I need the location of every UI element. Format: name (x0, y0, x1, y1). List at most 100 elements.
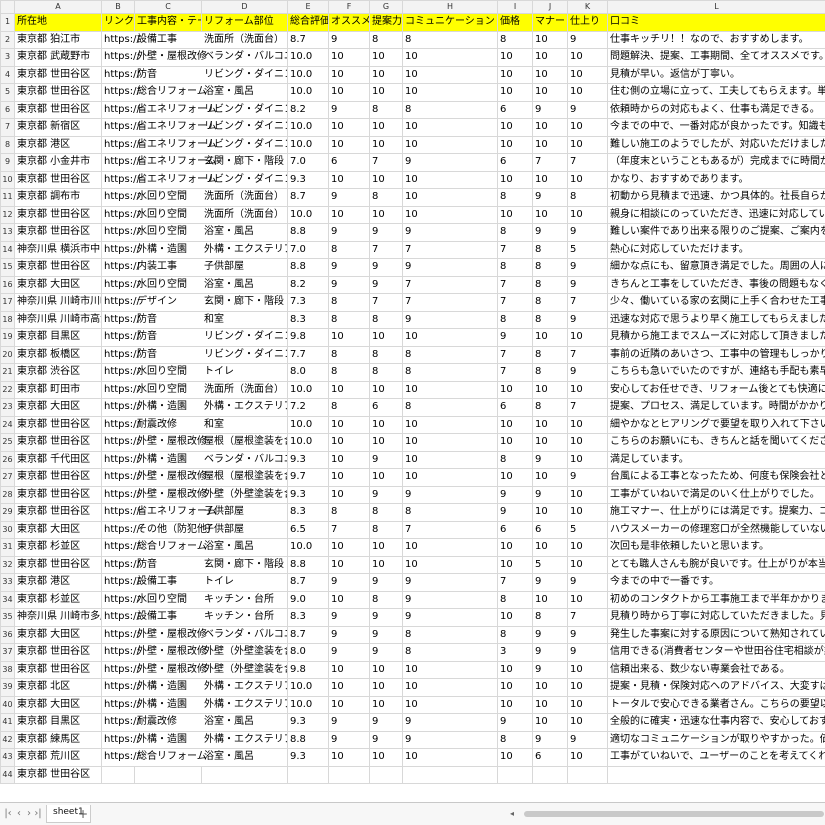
data-cell[interactable]: 8 (328, 363, 370, 382)
data-cell[interactable]: 10 (567, 135, 608, 154)
data-cell[interactable]: 9 (328, 730, 370, 749)
data-cell[interactable]: 防音 (134, 328, 202, 347)
row-number[interactable]: 37 (0, 643, 15, 662)
data-cell[interactable]: https:// (101, 275, 140, 294)
data-cell[interactable]: 8.3 (287, 503, 329, 522)
data-cell[interactable]: 東京都 世田谷区 (14, 485, 102, 504)
row-number[interactable]: 30 (0, 520, 15, 539)
data-cell[interactable]: 9 (497, 328, 533, 347)
data-cell[interactable]: 7 (567, 153, 608, 172)
data-cell[interactable]: 浴室・風呂 (201, 275, 288, 294)
data-cell[interactable]: 9 (328, 713, 370, 732)
data-cell[interactable]: 9 (402, 730, 498, 749)
data-cell[interactable]: 9 (328, 275, 370, 294)
data-cell[interactable]: 10 (369, 48, 403, 67)
data-cell[interactable]: 10 (532, 65, 568, 84)
data-cell[interactable]: 7 (567, 398, 608, 417)
data-cell[interactable]: 10 (497, 83, 533, 102)
data-cell[interactable]: 東京都 世田谷区 (14, 258, 102, 277)
data-cell[interactable]: 総合リフォーム (134, 83, 207, 102)
data-cell[interactable]: 10 (402, 118, 498, 137)
data-cell[interactable]: 8 (532, 275, 568, 294)
column-header-I[interactable]: I (497, 0, 533, 14)
data-cell[interactable]: 次回も是非依頼したいと思います。 (607, 538, 825, 557)
row-number[interactable]: 24 (0, 415, 15, 434)
data-cell[interactable]: 10 (567, 450, 608, 469)
data-cell[interactable]: 10 (328, 83, 370, 102)
data-cell[interactable]: 10.0 (287, 415, 329, 434)
data-cell[interactable]: 信頼出来る、数少ない専業会社である。 (607, 660, 825, 679)
data-cell[interactable]: 8 (402, 643, 498, 662)
row-number[interactable]: 15 (0, 258, 15, 277)
data-cell[interactable]: 9 (328, 258, 370, 277)
data-cell[interactable]: 玄関・廊下・階段 (201, 555, 288, 574)
data-cell[interactable]: 8 (402, 30, 498, 49)
last-sheet-icon[interactable]: ›| (32, 808, 44, 819)
data-cell[interactable]: 9 (369, 713, 403, 732)
data-cell[interactable]: 満足しています。 (607, 450, 825, 469)
data-cell[interactable]: 玄関・廊下・階段 (201, 153, 288, 172)
data-cell[interactable]: 外壁・屋根改修 (134, 660, 207, 679)
data-cell[interactable]: 8 (532, 293, 568, 312)
data-cell[interactable]: 10 (532, 415, 568, 434)
data-cell[interactable]: 6 (497, 100, 533, 119)
data-cell[interactable]: 外構・エクステリア (201, 678, 288, 697)
data-cell[interactable]: 7 (402, 520, 498, 539)
header-cell[interactable]: 提案力 (369, 13, 403, 32)
data-cell[interactable] (101, 765, 135, 784)
data-cell[interactable]: 7 (402, 293, 498, 312)
data-cell[interactable]: 7 (328, 520, 370, 539)
data-cell[interactable]: 外構・造園 (134, 678, 202, 697)
column-header-F[interactable]: F (328, 0, 370, 14)
data-cell[interactable]: 防音 (134, 555, 202, 574)
data-cell[interactable]: 10.0 (287, 135, 329, 154)
data-cell[interactable]: 7.7 (287, 345, 329, 364)
data-cell[interactable]: https:// (101, 608, 140, 627)
data-cell[interactable]: 10 (328, 205, 370, 224)
data-cell[interactable]: 7 (532, 153, 568, 172)
data-cell[interactable]: 依頼時からの対応もよく、仕事も満足できる。 (607, 100, 825, 119)
data-cell[interactable]: 東京都 練馬区 (14, 730, 102, 749)
row-number[interactable]: 11 (0, 188, 15, 207)
data-cell[interactable]: 9 (567, 625, 608, 644)
data-cell[interactable]: 7 (567, 293, 608, 312)
data-cell[interactable]: 省エネリフォーム (134, 153, 217, 172)
data-cell[interactable] (497, 765, 533, 784)
data-cell[interactable]: 10 (497, 415, 533, 434)
data-cell[interactable]: 9 (497, 485, 533, 504)
data-cell[interactable]: 東京都 世田谷区 (14, 83, 102, 102)
data-cell[interactable] (287, 765, 329, 784)
data-cell[interactable]: 10 (532, 83, 568, 102)
data-cell[interactable]: 8 (369, 345, 403, 364)
data-cell[interactable]: 内装工事 (134, 258, 202, 277)
data-cell[interactable]: 9 (402, 590, 498, 609)
data-cell[interactable]: 9 (567, 275, 608, 294)
data-cell[interactable]: https:// (101, 240, 140, 259)
data-cell[interactable]: 9 (328, 625, 370, 644)
data-cell[interactable]: 10 (369, 135, 403, 154)
row-number[interactable]: 44 (0, 765, 15, 784)
data-cell[interactable]: https:// (101, 433, 140, 452)
row-number[interactable]: 36 (0, 625, 15, 644)
data-cell[interactable]: 神奈川県 横浜市中区 (14, 240, 102, 259)
row-number[interactable]: 1 (0, 13, 15, 32)
data-cell[interactable]: 10 (532, 328, 568, 347)
data-cell[interactable]: 東京都 港区 (14, 135, 102, 154)
data-cell[interactable]: 10 (328, 118, 370, 137)
data-cell[interactable]: https:// (101, 170, 140, 189)
row-number[interactable]: 2 (0, 30, 15, 49)
data-cell[interactable]: 5 (567, 240, 608, 259)
data-cell[interactable]: 外構・エクステリア (201, 398, 288, 417)
data-cell[interactable]: 8 (532, 608, 568, 627)
data-cell[interactable]: 10.0 (287, 695, 329, 714)
data-cell[interactable]: 9 (369, 485, 403, 504)
data-cell[interactable]: 10 (567, 380, 608, 399)
data-cell[interactable]: https:// (101, 188, 140, 207)
data-cell[interactable]: 9 (402, 153, 498, 172)
data-cell[interactable]: 8 (369, 590, 403, 609)
data-cell[interactable]: https:// (101, 573, 140, 592)
row-number[interactable]: 40 (0, 695, 15, 714)
data-cell[interactable]: 東京都 世田谷区 (14, 468, 102, 487)
data-cell[interactable]: 8 (328, 503, 370, 522)
data-cell[interactable]: 難しい施工のようでしたが、対応いただけました。 (607, 135, 825, 154)
